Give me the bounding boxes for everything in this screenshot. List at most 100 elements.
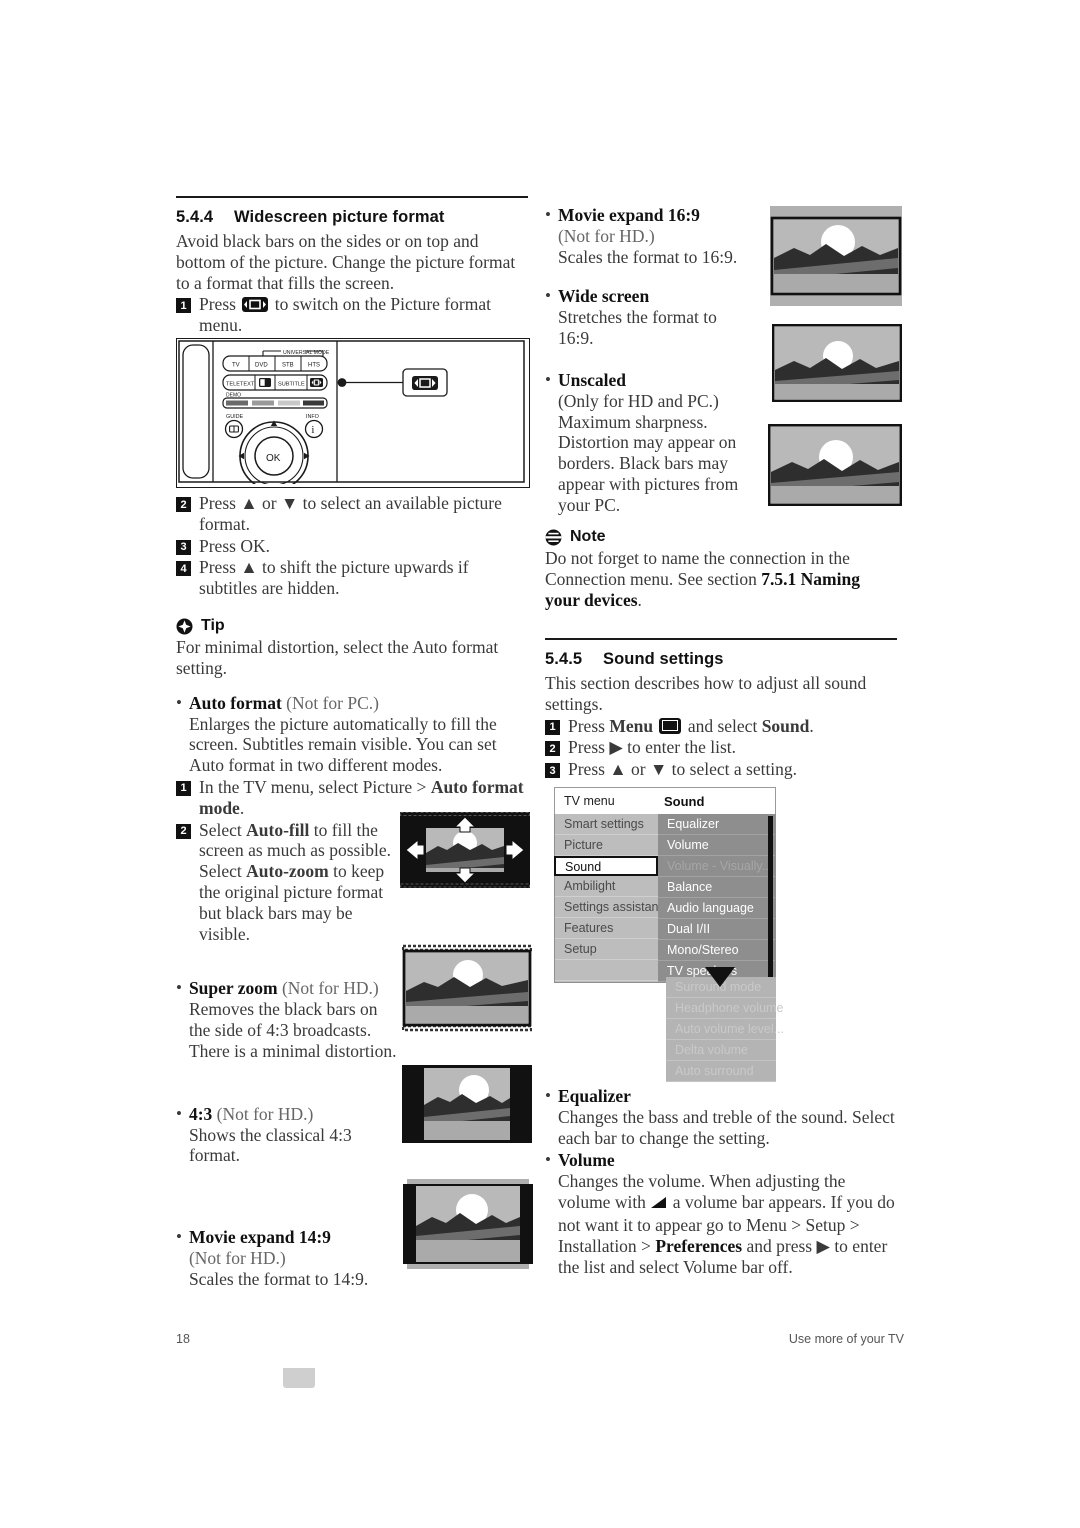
format-name: Movie expand 14:9	[188, 1227, 331, 1248]
sound-settings-section: 5.4.5 Sound settings This section describ…	[545, 638, 897, 780]
picture-format-icon	[242, 297, 269, 313]
tv-menu-screenshot: TV menu Sound Smart settings Picture Sou…	[554, 787, 776, 983]
menu-item-empty	[555, 960, 658, 981]
step-text: Press ▲ to shift the picture upwards if …	[199, 557, 469, 599]
svg-text:TELETEXT: TELETEXT	[226, 382, 255, 388]
sound-step-3: 3 Press ▲ or ▼ to select a setting.	[545, 759, 897, 780]
tv-menu-header-right: Sound	[664, 793, 705, 809]
overflow-item-headphone-volume: Headphone volume	[666, 998, 783, 1019]
svg-text:INFO: INFO	[306, 414, 319, 420]
format-bullet-4-3: • 4:3 (Not for HD.) Shows the classical …	[176, 1104, 398, 1166]
remote-control-svg: UNIVERSAL MODE TV DVD STB HTS TELETEXT S…	[178, 340, 525, 491]
footer-section-label: Use more of your TV	[788, 1332, 904, 1346]
submenu-item-audio-language[interactable]: Audio language	[658, 898, 775, 919]
step-text: Press ▲ or ▼ to select a setting.	[568, 759, 798, 780]
step-text-before: Press	[199, 294, 236, 315]
sound-intro: This section describes how to adjust all…	[545, 673, 867, 714]
volume-icon	[650, 1194, 668, 1215]
sound-step-1: 1 Press Menu and select Sound.	[545, 716, 897, 737]
bullet-dot: •	[545, 286, 551, 306]
section-title: Widescreen picture format	[234, 208, 445, 226]
bullet-dot: •	[545, 1150, 551, 1170]
bullet-dot: •	[176, 1103, 182, 1123]
document-page: 5.4.4 Widescreen picture format Avoid bla…	[0, 0, 1080, 1528]
format-name: Unscaled	[557, 369, 627, 390]
step-badge: 1	[545, 719, 560, 735]
format-body: Scales the format to 14:9.	[188, 1268, 369, 1289]
section-number: 5.4.4	[176, 208, 214, 226]
svg-text:GUIDE: GUIDE	[226, 414, 243, 420]
auto-format-step-2: 2 Select Auto-fill to fill the screen as…	[176, 820, 392, 945]
svg-text:SUBTITLE: SUBTITLE	[278, 382, 305, 388]
four-three-illustration	[402, 1065, 532, 1144]
format-name: Movie expand 16:9	[557, 205, 700, 225]
setting-body: Changes the bass and treble of the sound…	[557, 1106, 895, 1148]
step-text-a: Select	[199, 819, 247, 840]
step-text: In the TV menu, select Picture >	[199, 776, 431, 797]
setting-bold: Preferences	[655, 1235, 743, 1256]
format-qualifier: (Not for HD.)	[216, 1103, 314, 1124]
step-badge: 2	[176, 823, 191, 839]
format-qualifier: (Not for HD.)	[557, 225, 655, 246]
bullet-dot: •	[176, 1227, 182, 1247]
sound-settings-descriptions: • Equalizer Changes the bass and treble …	[545, 1086, 901, 1277]
left-column: 5.4.4 Widescreen picture format Avoid bla…	[176, 196, 528, 336]
section-rule	[176, 196, 528, 198]
svg-text:DVD: DVD	[255, 363, 268, 369]
menu-item-setup[interactable]: Setup	[555, 939, 658, 960]
step-3: 3 Press OK.	[176, 536, 528, 557]
tv-menu-left-column: Smart settings Picture Sound Ambilight S…	[554, 814, 662, 982]
submenu-item-dual-i-ii[interactable]: Dual I/II	[658, 919, 775, 940]
step-badge: 1	[176, 780, 191, 796]
bullet-dot: •	[545, 1086, 551, 1105]
step-badge: 4	[176, 561, 191, 577]
format-bullet-movie-expand-14-9: • Movie expand 14:9 (Not for HD.) Scales…	[176, 1227, 398, 1289]
menu-item-settings-assistant[interactable]: Settings assistant	[555, 897, 662, 918]
left-column-continued: 2 Press ▲ or ▼ to select an available pi…	[176, 492, 528, 1290]
tv-menu-overflow-list: Surround mode Headphone volume Auto volu…	[666, 977, 784, 1082]
format-body: Scales the format to 16:9.	[557, 246, 738, 267]
step-text-tail: .	[239, 797, 245, 818]
right-column: • Movie expand 16:9 (Not for HD.) Scales…	[545, 205, 755, 516]
format-body: (Only for HD and PC.) Maximum sharpness.…	[557, 390, 739, 515]
format-body: Stretches the format to 16:9.	[557, 307, 717, 349]
tv-menu-header: TV menu Sound	[554, 787, 776, 814]
setting-bullet-volume: • Volume Changes the volume. When adjust…	[545, 1150, 901, 1277]
page-footer: 18 Use more of your TV	[176, 1332, 904, 1346]
section-rule	[545, 638, 897, 640]
menu-item-ambilight[interactable]: Ambilight	[555, 876, 658, 897]
menu-item-sound[interactable]: Sound	[554, 856, 658, 876]
format-qualifier: (Not for PC.)	[286, 692, 379, 713]
step-badge: 1	[176, 298, 191, 314]
step-text-b: and select	[683, 715, 762, 736]
svg-text:STB: STB	[282, 363, 294, 369]
menu-scrollbar[interactable]	[768, 816, 773, 980]
page-number: 18	[176, 1332, 190, 1346]
submenu-item-mono-stereo[interactable]: Mono/Stereo	[658, 940, 775, 961]
menu-item-smart-settings[interactable]: Smart settings	[555, 814, 658, 835]
format-name: Wide screen	[557, 286, 650, 307]
submenu-item-equalizer[interactable]: Equalizer	[658, 814, 775, 835]
format-bullet-unscaled: • Unscaled (Only for HD and PC.) Maximum…	[545, 370, 755, 516]
step-4: 4 Press ▲ to shift the picture upwards i…	[176, 557, 528, 599]
step-badge: 3	[176, 539, 191, 555]
step-bold-a: Auto-fill	[246, 819, 310, 840]
tv-menu-header-left: TV menu	[564, 794, 615, 808]
menu-item-picture[interactable]: Picture	[555, 835, 658, 856]
step-1: 1 Press to switch on the Picture format …	[176, 294, 528, 336]
unscaled-illustration	[767, 423, 903, 507]
format-body: Shows the classical 4:3 format.	[188, 1124, 352, 1166]
intro-paragraph: Avoid black bars on the sides or on top …	[176, 231, 516, 293]
submenu-item-volume[interactable]: Volume	[658, 835, 775, 856]
submenu-item-volume-visually: Volume - Visually...	[658, 856, 775, 877]
menu-item-features[interactable]: Features	[555, 918, 658, 939]
remote-control-figure: UNIVERSAL MODE TV DVD STB HTS TELETEXT S…	[176, 338, 530, 491]
submenu-item-balance[interactable]: Balance	[658, 877, 775, 898]
super-zoom-illustration	[401, 944, 533, 1032]
format-bullet-auto-format: • Auto format (Not for PC.) Enlarges the…	[176, 693, 528, 776]
step-text: Press OK.	[199, 535, 270, 556]
bullet-dot: •	[176, 692, 182, 712]
auto-format-illustration	[400, 812, 530, 888]
note-callout: Note Do not forget to name the connectio…	[545, 528, 897, 610]
bullet-dot: •	[545, 205, 551, 224]
